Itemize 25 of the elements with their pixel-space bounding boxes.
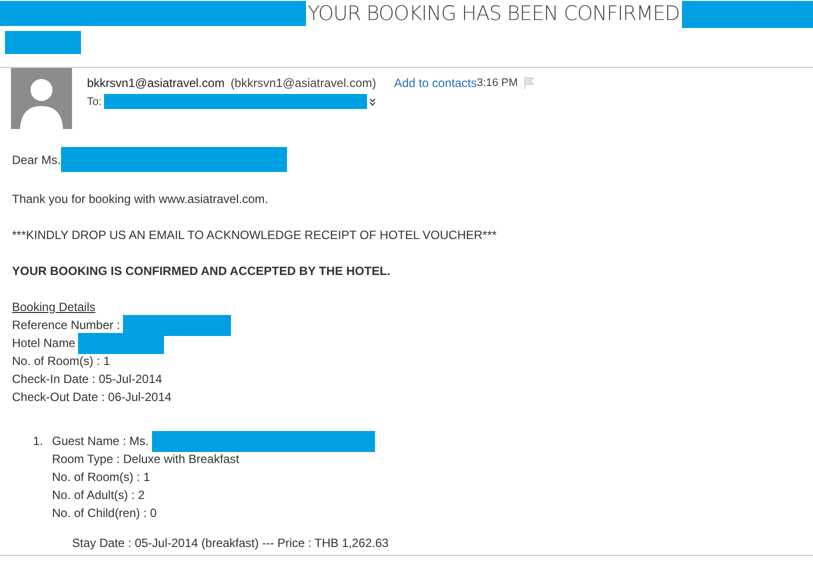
email-time: 3:16 PM [476,77,518,89]
notice-text: ***KINDLY DROP US AN EMAIL TO ACKNOWLEDGE RECEIPT OF HOTEL VOUCHER*** [12,227,497,244]
sender-name: bkkrsvn1@asiatravel.com [87,76,225,90]
guest-detail-line: Guest Name : Ms. [52,433,149,450]
add-to-contacts-link[interactable]: Add to contacts [394,76,477,90]
stay-price-line: Stay Date : 05-Jul-2014 (breakfast) --- Price : THB 1,262.63 [72,535,390,552]
detail-line: Reference Number : [12,317,120,334]
detail-line: No. of Room(s) : 1 [12,353,110,370]
detail-line: Hotel Name [12,335,76,352]
avatar-icon [11,68,72,129]
guest-detail-line: Room Type : Deluxe with Breakfast [52,451,240,468]
greeting: Dear Ms. [12,152,61,168]
email-subject: YOUR BOOKING HAS BEEN CONFIRMED [308,1,680,25]
expand-icon[interactable] [368,98,376,106]
detail-line: Check-Out Date : 06-Jul-2014 [12,389,172,406]
to-label: To: [87,96,102,108]
guest-detail-line: No. of Room(s) : 1 [52,469,150,486]
section-heading: Booking Details [12,299,96,316]
confirmation-text: YOUR BOOKING IS CONFIRMED AND ACCEPTED BY THE HOTEL. [12,263,390,280]
sender-address: (bkkrsvn1@asiatravel.com) [230,76,376,90]
thanks-text: Thank you for booking with www.asiatravel.com. [12,191,268,208]
guest-detail-line: No. of Adult(s) : 2 [52,487,145,504]
list-number: 1. [33,433,44,450]
guest-detail-line: No. of Child(ren) : 0 [52,505,157,522]
detail-line: Check-In Date : 05-Jul-2014 [12,371,162,388]
